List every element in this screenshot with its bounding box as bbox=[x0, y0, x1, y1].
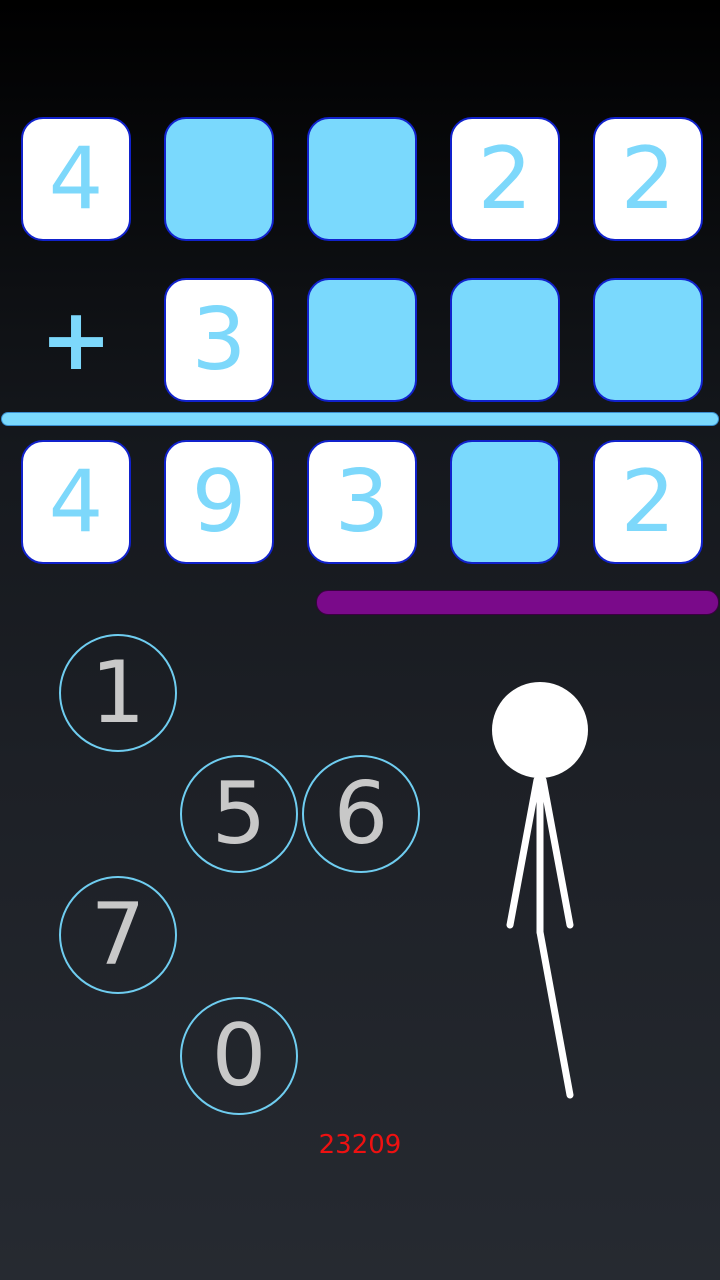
tile-r2-c2[interactable]: 3 bbox=[164, 278, 274, 402]
operand-row-1: 4 2 2 bbox=[0, 117, 720, 245]
stick-figure-leg bbox=[536, 928, 574, 1099]
stick-figure-head bbox=[492, 682, 588, 778]
digit-button-1[interactable]: 1 bbox=[59, 634, 177, 752]
digit-button-0[interactable]: 0 bbox=[180, 997, 298, 1115]
tile-r1-c5[interactable]: 2 bbox=[593, 117, 703, 241]
timer-bar bbox=[0, 590, 719, 615]
plus-operator: + bbox=[39, 290, 113, 390]
tile-r1-c1[interactable]: 4 bbox=[21, 117, 131, 241]
tile-res-c2[interactable]: 9 bbox=[164, 440, 274, 564]
sum-divider-line bbox=[2, 413, 718, 425]
timer-bar-fill bbox=[316, 590, 719, 615]
operand-row-2: + 3 bbox=[0, 278, 720, 406]
tile-r1-c4[interactable]: 2 bbox=[450, 117, 560, 241]
tile-r1-c2[interactable] bbox=[164, 117, 274, 241]
tile-r1-c3[interactable] bbox=[307, 117, 417, 241]
tile-r2-c4[interactable] bbox=[450, 278, 560, 402]
tile-res-c4[interactable] bbox=[450, 440, 560, 564]
result-row: 4 9 3 2 bbox=[0, 440, 720, 568]
tile-res-c1[interactable]: 4 bbox=[21, 440, 131, 564]
tile-res-c3[interactable]: 3 bbox=[307, 440, 417, 564]
tile-res-c5[interactable]: 2 bbox=[593, 440, 703, 564]
stick-figure bbox=[492, 682, 588, 1099]
digit-button-6[interactable]: 6 bbox=[302, 755, 420, 873]
tile-r2-c3[interactable] bbox=[307, 278, 417, 402]
digit-button-7[interactable]: 7 bbox=[59, 876, 177, 994]
stick-figure-right-arm bbox=[539, 776, 574, 929]
digit-button-5[interactable]: 5 bbox=[180, 755, 298, 873]
score-text: 23209 bbox=[318, 1130, 402, 1160]
tile-r2-c5[interactable] bbox=[593, 278, 703, 402]
stick-figure-left-arm bbox=[506, 776, 541, 929]
